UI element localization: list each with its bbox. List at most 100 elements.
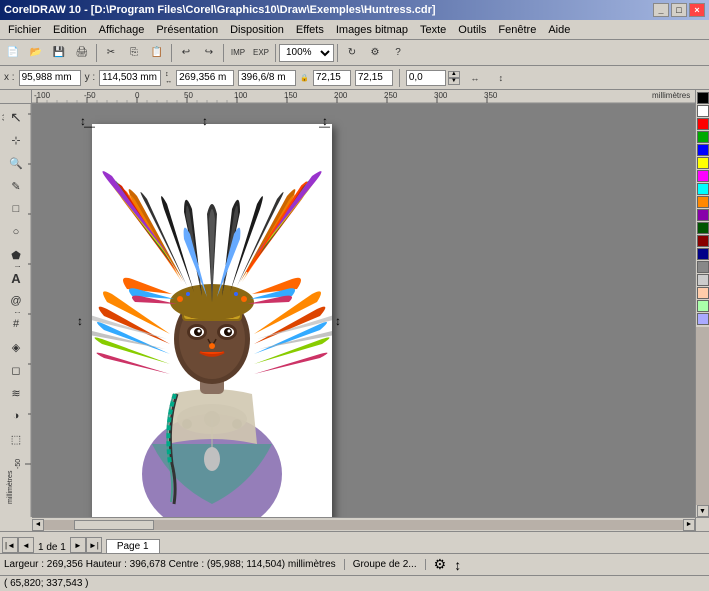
text-tool[interactable]: A — [4, 267, 28, 289]
color-orange[interactable] — [697, 196, 709, 208]
select-tool[interactable]: ↖ — [4, 106, 28, 128]
menu-affichage[interactable]: Affichage — [93, 20, 151, 39]
page-last-button[interactable]: ►| — [86, 537, 102, 553]
color-red[interactable] — [697, 118, 709, 130]
corner-box — [0, 90, 32, 104]
page-counter: 1 de 1 — [34, 542, 70, 553]
color-cyan[interactable] — [697, 183, 709, 195]
menu-edition[interactable]: Edition — [47, 20, 93, 39]
cut-button[interactable]: ✂ — [100, 42, 122, 64]
rectangle-tool[interactable]: □ — [4, 198, 28, 220]
scroll-down-button[interactable]: ▼ — [697, 505, 709, 517]
color-yellow[interactable] — [697, 157, 709, 169]
close-button[interactable]: × — [689, 3, 705, 17]
color-darkred[interactable] — [697, 235, 709, 247]
menu-outils[interactable]: Outils — [452, 20, 492, 39]
h2-input[interactable] — [355, 70, 393, 86]
handle-mr-rotate[interactable]: ↕ — [335, 314, 341, 328]
angle-down[interactable]: ▼ — [448, 78, 460, 85]
page-tabs: |◄ ◄ 1 de 1 ► ►| Page 1 — [0, 531, 709, 553]
refresh-button[interactable]: ↻ — [341, 42, 363, 64]
status-icon2[interactable]: ↕ — [454, 557, 461, 573]
menu-aide[interactable]: Aide — [542, 20, 576, 39]
open-button[interactable]: 📂 — [25, 42, 47, 64]
y-input[interactable] — [99, 70, 161, 86]
color-black[interactable] — [697, 92, 709, 104]
horizontal-scrollbar[interactable]: ◄ ► — [32, 517, 695, 531]
page-tab-1[interactable]: Page 1 — [106, 539, 160, 553]
save-button[interactable]: 💾 — [48, 42, 70, 64]
spiral-tool[interactable]: @ — [4, 290, 28, 312]
height-input[interactable] — [238, 70, 296, 86]
page-next-button[interactable]: ► — [70, 537, 86, 553]
handle-ne[interactable]: — — [319, 121, 330, 133]
w2-input[interactable] — [313, 70, 351, 86]
new-button[interactable]: 📄 — [2, 42, 24, 64]
paste-button[interactable]: 📋 — [146, 42, 168, 64]
fill-tool[interactable]: ◈ — [4, 336, 28, 358]
menu-images-bitmap[interactable]: Images bitmap — [330, 20, 414, 39]
color-darkgreen[interactable] — [697, 222, 709, 234]
ellipse-tool[interactable]: ○ — [4, 221, 28, 243]
import-button[interactable]: IMP — [227, 42, 249, 64]
export-button[interactable]: EXP — [250, 42, 272, 64]
color-skin[interactable] — [697, 287, 709, 299]
zoom-select[interactable]: 100% 50% 150% 200% — [279, 44, 334, 62]
redo-button[interactable]: ↪ — [198, 42, 220, 64]
color-lightblue[interactable] — [697, 313, 709, 325]
svg-text:300: 300 — [434, 91, 448, 100]
x-input[interactable] — [19, 70, 81, 86]
shadow-tool[interactable]: ◑ — [4, 405, 28, 427]
menu-presentation[interactable]: Présentation — [150, 20, 224, 39]
freehand-tool[interactable]: ✎ — [4, 175, 28, 197]
scroll-left-button[interactable]: ◄ — [32, 519, 44, 531]
color-blue[interactable] — [697, 144, 709, 156]
scroll-right-button[interactable]: ► — [683, 519, 695, 531]
width-input[interactable] — [176, 70, 234, 86]
scroll-h-track[interactable] — [44, 520, 683, 530]
handle-tc-rotate[interactable]: ↕ — [202, 114, 208, 128]
color-darkblue[interactable] — [697, 248, 709, 260]
outline-tool[interactable]: ◻ — [4, 359, 28, 381]
mirror-v-button[interactable]: ↕ — [490, 67, 512, 89]
scroll-h-thumb[interactable] — [74, 520, 154, 530]
angle-input[interactable] — [406, 70, 446, 86]
maximize-button[interactable]: □ — [671, 3, 687, 17]
title-bar-controls: _ □ × — [653, 3, 705, 17]
transparency-tool[interactable]: ⬚ — [4, 428, 28, 450]
polygon-tool[interactable]: ⬟ — [4, 244, 28, 266]
xy-lock[interactable]: ↕↔ — [165, 71, 172, 85]
color-lightgreen[interactable] — [697, 300, 709, 312]
menu-disposition[interactable]: Disposition — [224, 20, 290, 39]
handle-nw[interactable]: — — [84, 121, 95, 133]
wh-lock[interactable]: 🔒 — [300, 74, 309, 82]
graph-tool[interactable]: # — [4, 313, 28, 335]
color-lightgray[interactable] — [697, 274, 709, 286]
color-purple[interactable] — [697, 209, 709, 221]
menu-fichier[interactable]: Fichier — [2, 20, 47, 39]
mirror-h-button[interactable]: ↔ — [464, 67, 486, 89]
menu-texte[interactable]: Texte — [414, 20, 452, 39]
canvas-area[interactable]: ↕ ↕ ↕ ↕ ↕ — — — — — [32, 104, 695, 517]
menu-fenetre[interactable]: Fenêtre — [492, 20, 542, 39]
angle-up[interactable]: ▲ — [448, 71, 460, 78]
copy-button[interactable]: ⎘ — [123, 42, 145, 64]
color-gray[interactable] — [697, 261, 709, 273]
color-green[interactable] — [697, 131, 709, 143]
options-button[interactable]: ⚙ — [364, 42, 386, 64]
menu-bar: Fichier Edition Affichage Présentation D… — [0, 20, 709, 40]
minimize-button[interactable]: _ — [653, 3, 669, 17]
node-tool[interactable]: ⊹ — [4, 129, 28, 151]
page-first-button[interactable]: |◄ — [2, 537, 18, 553]
undo-button[interactable]: ↩ — [175, 42, 197, 64]
help-button[interactable]: ? — [387, 42, 409, 64]
menu-effets[interactable]: Effets — [290, 20, 330, 39]
print-button[interactable]: 🖨 — [71, 42, 93, 64]
handle-ml-rotate[interactable]: ↕ — [77, 314, 83, 328]
color-magenta[interactable] — [697, 170, 709, 182]
page-prev-button[interactable]: ◄ — [18, 537, 34, 553]
blend-tool[interactable]: ≋ — [4, 382, 28, 404]
zoom-tool[interactable]: 🔍 — [4, 152, 28, 174]
status-icon[interactable]: ⚙ — [434, 556, 447, 573]
color-white[interactable] — [697, 105, 709, 117]
